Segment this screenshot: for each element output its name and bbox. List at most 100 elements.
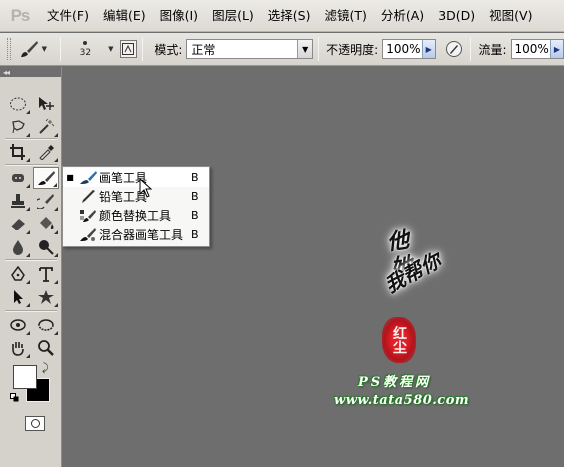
- move-icon: [39, 97, 54, 110]
- submenu-triangle-icon: [53, 183, 57, 187]
- submenu-triangle-icon: [26, 230, 30, 234]
- submenu-triangle-icon: [54, 230, 58, 234]
- opacity-label: 不透明度:: [326, 42, 379, 57]
- opacity-field[interactable]: 100% ▶: [382, 39, 436, 59]
- collapse-icon: ◂◂: [3, 67, 10, 77]
- submenu-triangle-icon: [26, 303, 30, 307]
- flyout-item-brush-tool[interactable]: ■ 画笔工具 B: [63, 168, 209, 187]
- blend-mode-select[interactable]: 正常 ▼: [186, 39, 314, 59]
- shortcut-key: B: [191, 190, 199, 203]
- flow-slider-arrow-icon[interactable]: ▶: [550, 40, 563, 58]
- tool-row: [5, 190, 59, 212]
- custom-shape-tool[interactable]: [33, 286, 59, 308]
- marquee-tool[interactable]: [5, 93, 31, 115]
- hand-icon: [12, 342, 24, 356]
- 3d-rotate-icon: [10, 319, 26, 331]
- menu-layer[interactable]: 图层(L): [205, 0, 261, 32]
- submenu-triangle-icon: [26, 280, 30, 284]
- zoom-tool[interactable]: [33, 337, 59, 359]
- quick-mask-icon: [30, 419, 40, 428]
- submenu-triangle-icon: [54, 133, 58, 137]
- menu-filter[interactable]: 滤镜(T): [317, 0, 373, 32]
- clone-stamp-tool[interactable]: [5, 190, 31, 212]
- submenu-triangle-icon: [54, 280, 58, 284]
- submenu-triangle-icon: [26, 184, 30, 188]
- tool-row: [5, 263, 59, 285]
- site-name: PS教程网: [358, 375, 432, 390]
- pen-pressure-icon: [445, 41, 462, 57]
- dodge-tool[interactable]: [33, 236, 59, 258]
- text-icon: [39, 267, 53, 282]
- spot-healing-tool[interactable]: [5, 167, 31, 189]
- tool-row: [5, 213, 59, 235]
- submenu-triangle-icon: [26, 158, 30, 162]
- submenu-triangle-icon: [26, 110, 30, 114]
- menu-view[interactable]: 视图(V): [482, 0, 539, 32]
- flyout-item-mixer-brush-tool[interactable]: 混合器画笔工具 B: [63, 225, 209, 244]
- path-selection-tool[interactable]: [5, 286, 31, 308]
- history-brush-tool[interactable]: [33, 190, 59, 212]
- pressure-opacity-button[interactable]: [442, 40, 466, 58]
- chevron-down-icon[interactable]: ▼: [108, 45, 113, 53]
- brush-preset-picker[interactable]: 32: [66, 34, 106, 64]
- pen-icon: [11, 266, 25, 281]
- 3d-rotate-tool[interactable]: [5, 314, 31, 336]
- flyout-item-label: 混合器画笔工具: [99, 228, 184, 242]
- panel-collapse-handle[interactable]: ◂◂: [0, 67, 61, 77]
- menu-file[interactable]: 文件(F): [40, 0, 96, 32]
- quick-mask-button[interactable]: [25, 416, 45, 431]
- opacity-slider-arrow-icon[interactable]: ▶: [421, 40, 435, 58]
- submenu-triangle-icon: [26, 331, 30, 335]
- submenu-triangle-icon: [54, 253, 58, 257]
- eraser-tool[interactable]: [5, 213, 31, 235]
- blur-tool[interactable]: [5, 236, 31, 258]
- paint-bucket-tool[interactable]: [33, 213, 59, 235]
- flyout-item-color-replacement-tool[interactable]: 颜色替换工具 B: [63, 206, 209, 225]
- selected-bullet-icon: ■: [66, 173, 74, 182]
- separator: [5, 164, 57, 166]
- brush-panel-toggle-button[interactable]: [119, 40, 138, 58]
- menu-edit[interactable]: 编辑(E): [96, 0, 153, 32]
- eraser-icon: [10, 219, 25, 231]
- eyedropper-icon: [39, 145, 54, 160]
- lasso-icon: [12, 120, 25, 134]
- brush-tool[interactable]: [33, 167, 59, 189]
- swap-colors-icon[interactable]: ⤸: [42, 361, 49, 375]
- submenu-triangle-icon: [26, 133, 30, 137]
- separator: [5, 259, 57, 261]
- flow-field[interactable]: 100% ▶: [510, 39, 564, 59]
- crop-tool[interactable]: [5, 141, 31, 163]
- submenu-triangle-icon: [26, 253, 30, 257]
- separator: [142, 37, 144, 61]
- pen-tool[interactable]: [5, 263, 31, 285]
- lasso-tool[interactable]: [5, 116, 31, 138]
- tools-panel: ◂◂ ⤸: [0, 67, 62, 467]
- zoom-icon: [38, 340, 54, 356]
- menu-3d[interactable]: 3D(D): [431, 0, 482, 32]
- type-tool[interactable]: [33, 263, 59, 285]
- submenu-triangle-icon: [26, 354, 30, 358]
- tool-row: [5, 286, 59, 308]
- history-brush-icon: [37, 194, 54, 209]
- eyedropper-tool[interactable]: [33, 141, 59, 163]
- flyout-item-pencil-tool[interactable]: 铅笔工具 B: [63, 187, 209, 206]
- shape-icon: [38, 290, 54, 304]
- brush-size-value: 32: [79, 47, 92, 58]
- move-tool[interactable]: [33, 93, 59, 115]
- menu-select[interactable]: 选择(S): [261, 0, 318, 32]
- shortcut-key: B: [191, 209, 199, 222]
- brush-tools-flyout: ■ 画笔工具 B 铅笔工具 B 颜色替换工具 B 混合器画笔工具 B: [62, 166, 210, 247]
- menu-image[interactable]: 图像(I): [153, 0, 205, 32]
- magic-wand-tool[interactable]: [33, 116, 59, 138]
- 3d-orbit-icon: [38, 319, 54, 331]
- menu-analysis[interactable]: 分析(A): [374, 0, 431, 32]
- foreground-color-swatch[interactable]: [13, 365, 37, 389]
- tool-row: [5, 116, 59, 138]
- shortcut-key: B: [191, 228, 199, 241]
- mouse-cursor-icon: [139, 178, 153, 198]
- hand-tool[interactable]: [5, 337, 31, 359]
- separator: [5, 138, 57, 140]
- default-colors-icon[interactable]: [10, 393, 19, 402]
- tool-preset-picker[interactable]: ▼: [11, 37, 55, 61]
- 3d-orbit-tool[interactable]: [33, 314, 59, 336]
